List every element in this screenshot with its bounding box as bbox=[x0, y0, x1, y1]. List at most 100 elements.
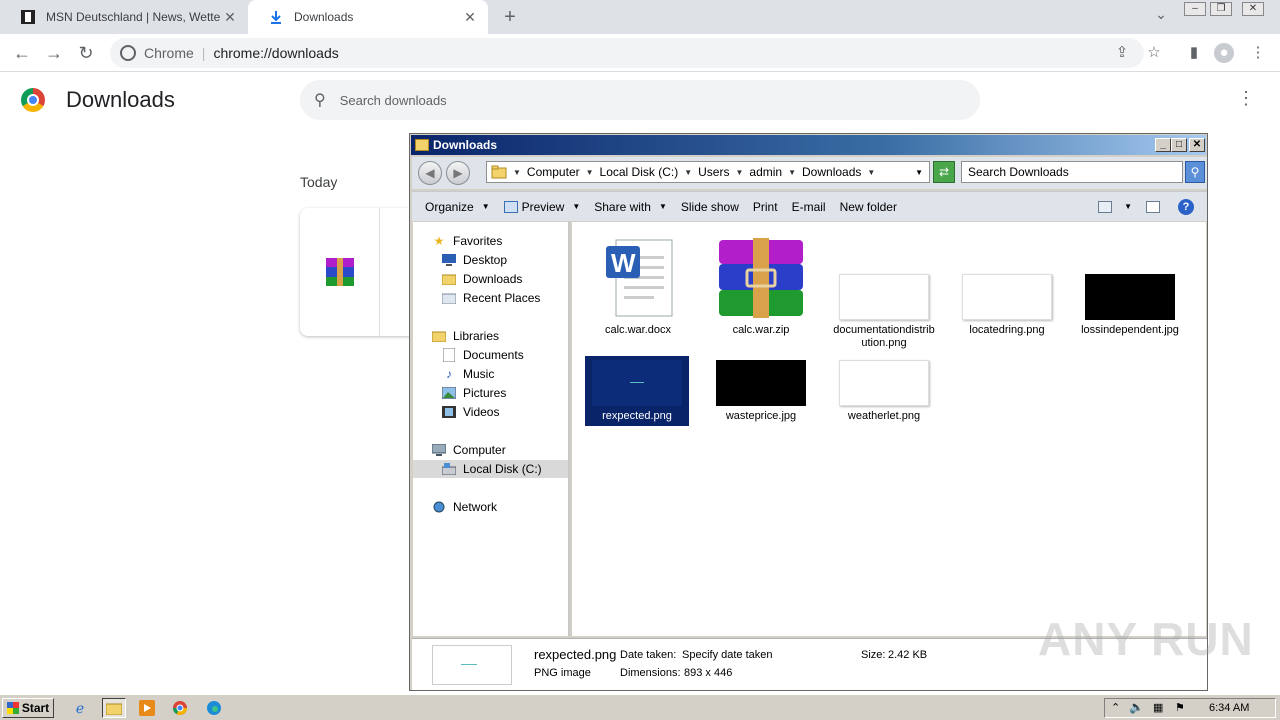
nav-pictures[interactable]: Pictures bbox=[441, 384, 506, 402]
detail-filetype: PNG image bbox=[534, 667, 591, 679]
menu-kebab-icon[interactable]: ⋮ bbox=[1248, 43, 1268, 63]
crumb-admin[interactable]: admin bbox=[749, 165, 782, 179]
nav-desktop[interactable]: Desktop bbox=[441, 251, 507, 269]
breadcrumb[interactable]: ▼ Computer ▼ Local Disk (C:) ▼ Users ▼ admin… bbox=[486, 161, 930, 183]
search-input[interactable] bbox=[968, 163, 1178, 181]
nav-music[interactable]: ♪ Music bbox=[441, 365, 494, 383]
nav-computer[interactable]: Computer bbox=[431, 441, 506, 459]
crumb-downloads[interactable]: Downloads bbox=[802, 165, 861, 179]
forward-arrow-icon[interactable]: ▶ bbox=[446, 161, 470, 185]
chrome-taskbar-icon[interactable] bbox=[170, 698, 190, 718]
nav-network[interactable]: Network bbox=[431, 498, 497, 516]
chevron-down-icon: ▼ bbox=[658, 202, 667, 211]
share-with-button[interactable]: Share with ▼ bbox=[587, 200, 674, 214]
nav-recent-places[interactable]: Recent Places bbox=[441, 289, 540, 307]
nav-downloads[interactable]: Downloads bbox=[441, 270, 522, 288]
close-tab-icon[interactable]: ✕ bbox=[460, 9, 480, 26]
chevron-down-icon[interactable]: ▼ bbox=[513, 168, 521, 177]
crumb-users[interactable]: Users bbox=[698, 165, 729, 179]
clock[interactable]: 6:34 AM bbox=[1209, 702, 1249, 714]
file-item-jpg[interactable]: wasteprice.jpg bbox=[709, 356, 813, 423]
taskbar: Start ℯ ⌃ 🔈 ▦ ⚑ 6:34 AM bbox=[0, 694, 1280, 720]
more-actions-icon[interactable]: ⋮ bbox=[1236, 88, 1256, 112]
address-bar[interactable]: Chrome | chrome://downloads bbox=[110, 38, 1144, 68]
folder-icon bbox=[491, 165, 507, 179]
help-button[interactable]: ? bbox=[1171, 198, 1201, 215]
nav-documents[interactable]: Documents bbox=[441, 346, 524, 364]
minimize-button[interactable]: _ bbox=[1155, 138, 1171, 152]
file-name: weatherlet.png bbox=[847, 410, 921, 422]
file-item-docx[interactable]: W calc.war.docx bbox=[586, 236, 690, 337]
back-arrow-icon[interactable]: ← bbox=[10, 41, 34, 65]
detail-date-value[interactable]: Specify date taken bbox=[682, 649, 773, 661]
minimize-button[interactable]: – bbox=[1184, 2, 1206, 16]
organize-button[interactable]: Organize ▼ bbox=[418, 200, 497, 214]
bookmark-star-icon[interactable]: ☆ bbox=[1144, 43, 1164, 63]
explorer-titlebar: Downloads _ □ ✕ bbox=[411, 135, 1206, 155]
network-tray-icon[interactable]: ▦ bbox=[1153, 701, 1163, 714]
file-item-png[interactable]: documentationdistribution.png bbox=[832, 236, 936, 350]
reload-icon[interactable]: ↻ bbox=[74, 41, 98, 65]
tab-title: MSN Deutschland | News, Wetter, Sport bbox=[46, 10, 220, 24]
nav-favorites[interactable]: ★ Favorites bbox=[431, 232, 503, 250]
chevron-down-icon[interactable]: ▼ bbox=[867, 168, 875, 177]
tab-search-chevron-icon[interactable]: ⌄ bbox=[1150, 6, 1172, 28]
crumb-local-disk[interactable]: Local Disk (C:) bbox=[600, 165, 679, 179]
page-title: Downloads bbox=[66, 87, 175, 112]
search-icon[interactable]: ⚲ bbox=[1185, 161, 1205, 183]
explorer-taskbar-icon[interactable] bbox=[102, 698, 126, 718]
start-button[interactable]: Start bbox=[2, 698, 54, 718]
preview-pane-button[interactable] bbox=[1139, 200, 1171, 213]
refresh-icon[interactable]: ⇄ bbox=[933, 161, 955, 183]
search-input[interactable] bbox=[339, 92, 900, 108]
downloads-search-bar[interactable]: ⚲ bbox=[300, 80, 980, 120]
media-player-icon[interactable] bbox=[137, 698, 157, 718]
profile-avatar-icon[interactable]: ● bbox=[1214, 43, 1234, 63]
close-tab-icon[interactable]: ✕ bbox=[220, 9, 240, 26]
nav-libraries[interactable]: Libraries bbox=[431, 327, 499, 345]
chevron-down-icon[interactable]: ▼ bbox=[684, 168, 692, 177]
change-view-button[interactable]: ▼ bbox=[1091, 200, 1139, 213]
videos-icon bbox=[441, 405, 457, 419]
navigation-pane: ★ Favorites Desktop Downloads Recent Plac… bbox=[413, 222, 570, 636]
print-button[interactable]: Print bbox=[746, 200, 785, 214]
address-bar: ◀ ▶ ▼ Computer ▼ Local Disk (C:) ▼ Users ▼ a… bbox=[412, 157, 1207, 189]
file-item-png[interactable]: locatedring.png bbox=[955, 236, 1059, 337]
slide-show-button[interactable]: Slide show bbox=[674, 200, 746, 214]
chrome-logo-icon bbox=[21, 88, 45, 112]
detail-dims-value: 893 x 446 bbox=[684, 667, 733, 679]
back-arrow-icon[interactable]: ◀ bbox=[418, 161, 442, 185]
file-item-zip[interactable]: calc.war.zip bbox=[709, 236, 813, 337]
maximize-button[interactable]: □ bbox=[1171, 138, 1187, 152]
internet-explorer-icon[interactable]: ℯ bbox=[70, 698, 90, 718]
restore-button[interactable]: ❐ bbox=[1210, 2, 1232, 16]
crumb-computer[interactable]: Computer bbox=[527, 165, 580, 179]
chevron-down-icon[interactable]: ▼ bbox=[788, 168, 796, 177]
file-item-png-selected[interactable]: rexpected.png bbox=[585, 356, 689, 426]
edge-icon[interactable] bbox=[204, 698, 224, 718]
close-window-button[interactable]: ✕ bbox=[1242, 2, 1264, 16]
file-item-png[interactable]: weatherlet.png bbox=[832, 356, 936, 423]
explorer-search-box[interactable] bbox=[961, 161, 1183, 183]
volume-icon[interactable]: 🔈 bbox=[1129, 700, 1144, 714]
history-dropdown-icon[interactable]: ▼ bbox=[915, 168, 923, 177]
close-button[interactable]: ✕ bbox=[1189, 138, 1205, 152]
tab-msn[interactable]: MSN Deutschland | News, Wetter, Sport ✕ bbox=[0, 0, 248, 34]
new-tab-button[interactable]: + bbox=[498, 5, 522, 29]
chevron-down-icon[interactable]: ▼ bbox=[735, 168, 743, 177]
tab-downloads[interactable]: Downloads ✕ bbox=[248, 0, 488, 34]
share-icon[interactable]: ⇪ bbox=[1112, 43, 1132, 63]
site-name: Chrome bbox=[144, 45, 194, 61]
help-icon: ? bbox=[1178, 198, 1194, 215]
email-button[interactable]: E-mail bbox=[785, 200, 833, 214]
action-center-flag-icon[interactable]: ⚑ bbox=[1175, 701, 1185, 714]
file-item-jpg[interactable]: lossindependent.jpg bbox=[1078, 236, 1182, 337]
side-panel-icon[interactable]: ▮ bbox=[1184, 43, 1204, 63]
show-hidden-icons-icon[interactable]: ⌃ bbox=[1111, 701, 1120, 714]
preview-button[interactable]: Preview ▼ bbox=[497, 200, 588, 214]
new-folder-button[interactable]: New folder bbox=[833, 200, 904, 214]
forward-arrow-icon[interactable]: → bbox=[42, 41, 66, 65]
nav-local-disk[interactable]: Local Disk (C:) bbox=[413, 460, 568, 478]
nav-videos[interactable]: Videos bbox=[441, 403, 499, 421]
chevron-down-icon[interactable]: ▼ bbox=[586, 168, 594, 177]
